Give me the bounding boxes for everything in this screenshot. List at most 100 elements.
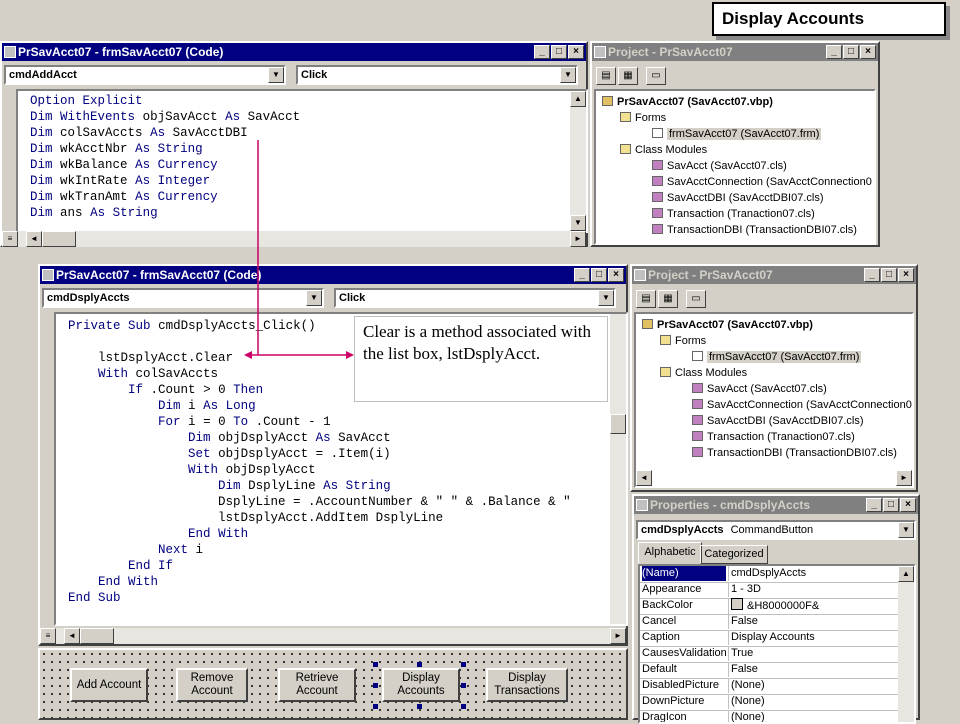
form-icon (692, 351, 703, 361)
property-value: &H8000000F& (728, 598, 819, 614)
form-designer[interactable]: Add Account Remove Account Retrieve Acco… (38, 648, 628, 720)
selection-handle[interactable] (373, 662, 378, 667)
property-value: (None) (728, 710, 765, 722)
tree-class-label: Class Modules (675, 367, 748, 379)
maximize-button[interactable]: □ (883, 498, 899, 512)
property-row[interactable]: Cancel False (640, 614, 898, 631)
property-row[interactable]: DragIcon (None) (640, 710, 898, 722)
class-module-icon (692, 415, 703, 425)
tree-class-item[interactable]: SavAcctConnection (SavAcctConnection0 (692, 398, 912, 412)
object-selector-type: CommandButton (730, 524, 814, 536)
retrieve-account-label: Retrieve Account (295, 672, 339, 697)
vertical-scrollbar[interactable]: ▲ (898, 566, 914, 722)
project-icon (634, 269, 646, 281)
tree-root[interactable]: PrSavAcct07 (SavAcct07.vbp) (642, 318, 813, 332)
property-value: cmdDsplyAccts (728, 566, 806, 581)
tab-alphabetic-label: Alphabetic (644, 546, 696, 558)
project-titlebar[interactable]: Project - PrSavAcct07 _ □ × (632, 266, 916, 284)
maximize-button[interactable]: □ (881, 268, 897, 282)
close-button[interactable]: × (900, 498, 916, 512)
project-title: Project - PrSavAcct07 (648, 268, 773, 282)
tree-class-item[interactable]: Transaction (Tranaction07.cls) (692, 430, 855, 444)
remove-account-button[interactable]: Remove Account (176, 668, 248, 702)
tree-root-label: PrSavAcct07 (SavAcct07.vbp) (657, 319, 813, 331)
selection-handle[interactable] (461, 683, 466, 688)
tree-class-label: SavAcctConnection (SavAcctConnection0 (707, 399, 912, 411)
class-module-icon (692, 431, 703, 441)
property-row[interactable]: Appearance 1 - 3D (640, 582, 898, 599)
color-swatch (731, 598, 743, 610)
selection-handle[interactable] (417, 662, 422, 667)
scroll-right-button[interactable]: ► (896, 470, 912, 486)
project-tree[interactable]: PrSavAcct07 (SavAcct07.vbp) Forms frmSav… (634, 312, 914, 488)
selection-handle[interactable] (461, 704, 466, 709)
property-name: Cancel (642, 615, 677, 627)
property-row[interactable]: Default False (640, 662, 898, 679)
property-value: 1 - 3D (728, 582, 761, 597)
close-button[interactable]: × (898, 268, 914, 282)
property-row[interactable]: BackColor &H8000000F& (640, 598, 898, 615)
project-icon (642, 319, 653, 329)
add-account-label: Add Account (76, 678, 142, 691)
property-row[interactable]: DownPicture (None) (640, 694, 898, 711)
property-value: False (728, 614, 758, 629)
property-name: CausesValidation (642, 647, 726, 659)
tree-class-item[interactable]: SavAcctDBI (SavAcctDBI07.cls) (692, 414, 864, 428)
tree-forms-folder[interactable]: Forms (660, 334, 706, 348)
property-name: BackColor (642, 599, 693, 611)
property-name: Appearance (642, 583, 702, 595)
display-transactions-button[interactable]: Display Transactions (486, 668, 568, 702)
property-value: True (728, 646, 753, 661)
object-selector[interactable]: cmdDsplyAccts CommandButton ▼ (636, 520, 916, 540)
remove-account-label: Remove Account (190, 672, 234, 697)
display-accounts-label: Display Accounts (397, 672, 445, 697)
property-row[interactable]: CausesValidation True (640, 646, 898, 663)
properties-titlebar[interactable]: Properties - cmdDsplyAccts _ □ × (634, 496, 918, 514)
tree-class-item[interactable]: TransactionDBI (TransactionDBI07.cls) (692, 446, 897, 460)
tree-class-label: SavAcctDBI (SavAcctDBI07.cls) (707, 415, 864, 427)
properties-title: Properties - cmdDsplyAccts (650, 498, 811, 512)
scroll-up-button[interactable]: ▲ (898, 566, 914, 582)
tab-categorized[interactable]: Categorized (700, 545, 768, 564)
property-value: Display Accounts (728, 630, 815, 645)
view-object-button[interactable]: ▦ (658, 290, 678, 308)
selection-handle[interactable] (373, 704, 378, 709)
minimize-button[interactable]: _ (864, 268, 880, 282)
property-grid[interactable]: (Name) cmdDsplyAccts Appearance 1 - 3D BackC… (638, 564, 916, 724)
chevron-down-icon[interactable]: ▼ (898, 522, 914, 538)
property-name: Default (642, 663, 677, 675)
property-row[interactable]: Caption Display Accounts (640, 630, 898, 647)
property-row[interactable]: (Name) cmdDsplyAccts (640, 566, 898, 583)
tree-class-label: SavAcct (SavAcct07.cls) (707, 383, 827, 395)
property-name: DownPicture (642, 695, 705, 707)
tree-form-label: frmSavAcct07 (SavAcct07.frm) (707, 351, 862, 363)
display-accounts-button[interactable]: Display Accounts (382, 668, 460, 702)
property-row[interactable]: DisabledPicture (None) (640, 678, 898, 695)
object-selector-name: cmdDsplyAccts (641, 524, 724, 536)
scroll-left-button[interactable]: ◄ (636, 470, 652, 486)
selection-handle[interactable] (417, 704, 422, 709)
tab-categorized-label: Categorized (704, 548, 764, 560)
toggle-folders-button[interactable]: ▭ (686, 290, 706, 308)
class-module-icon (692, 399, 703, 409)
selection-handle[interactable] (461, 662, 466, 667)
tree-form-item[interactable]: frmSavAcct07 (SavAcct07.frm) (692, 350, 862, 364)
tree-class-folder[interactable]: Class Modules (660, 366, 747, 380)
property-value: (None) (728, 694, 765, 709)
arrowhead-right-icon (346, 351, 354, 359)
tree-forms-label: Forms (675, 335, 707, 347)
property-name: DisabledPicture (642, 679, 720, 691)
folder-icon (660, 335, 671, 345)
retrieve-account-button[interactable]: Retrieve Account (278, 668, 356, 702)
selection-handle[interactable] (373, 683, 378, 688)
minimize-button[interactable]: _ (866, 498, 882, 512)
property-name: Caption (642, 631, 680, 643)
tree-class-item[interactable]: SavAcct (SavAcct07.cls) (692, 382, 827, 396)
display-transactions-label: Display Transactions (494, 672, 560, 697)
tab-alphabetic[interactable]: Alphabetic (638, 542, 702, 564)
property-value: (None) (728, 678, 765, 693)
view-code-button[interactable]: ▤ (636, 290, 656, 308)
add-account-button[interactable]: Add Account (70, 668, 148, 702)
project-window: Project - PrSavAcct07 _ □ × ▤ ▦ ▭ PrSavA… (630, 264, 918, 492)
arrowhead-left-icon (244, 351, 252, 359)
